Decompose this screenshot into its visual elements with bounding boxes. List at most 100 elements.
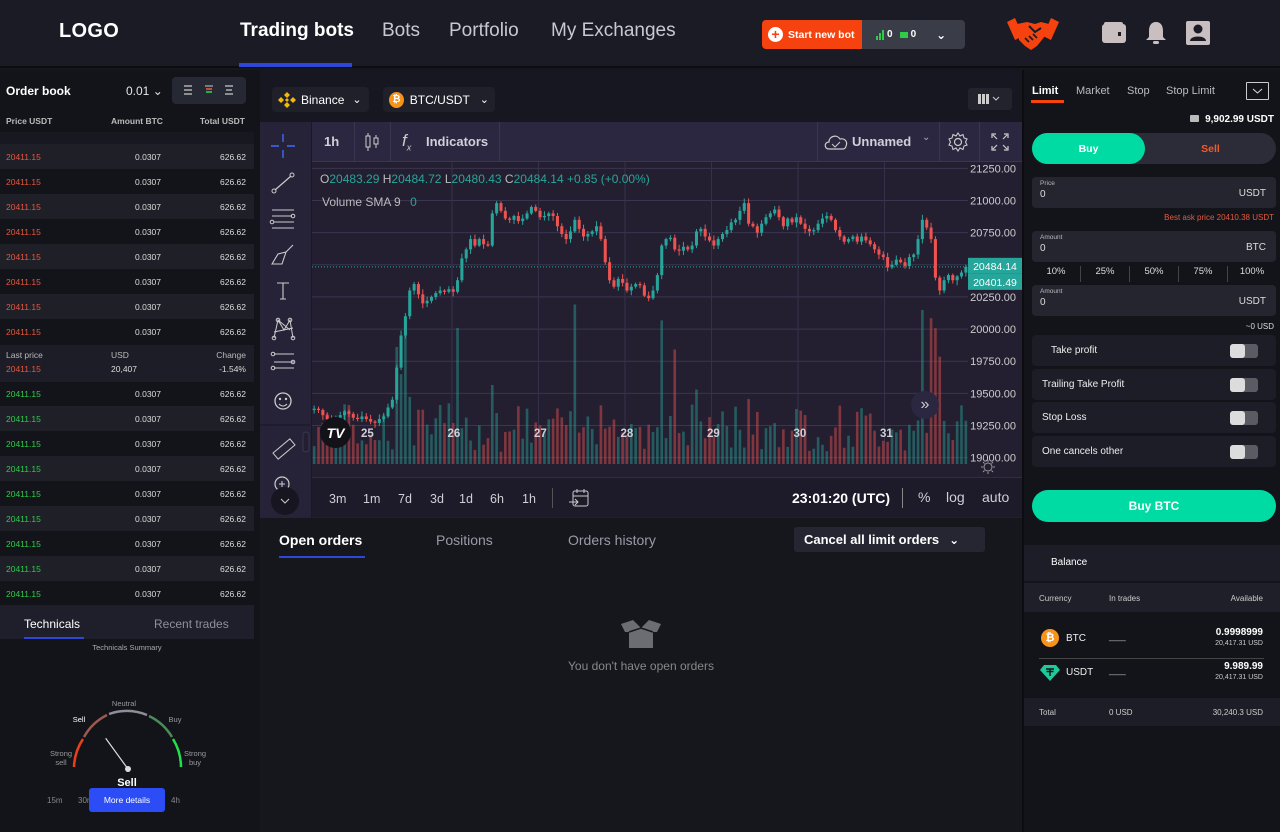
buy-tab[interactable]: Buy — [1032, 133, 1145, 164]
candle[interactable] — [855, 236, 859, 242]
candle[interactable] — [829, 215, 833, 220]
bot-stats-dropdown[interactable]: 0 0 ⌄ — [862, 20, 965, 49]
candle[interactable] — [668, 237, 672, 240]
pair-select[interactable]: ₿ BTC/USDT ⌄ — [383, 87, 495, 112]
candle[interactable] — [599, 226, 603, 240]
utc-clock[interactable]: 23:01:20 (UTC) — [792, 490, 890, 506]
candle[interactable] — [773, 209, 777, 214]
candle[interactable] — [469, 239, 473, 250]
nav-portfolio[interactable]: Portfolio — [449, 20, 519, 42]
ask-row[interactable]: 20411.15 0.0307 626.62 — [0, 169, 254, 194]
sell-tab[interactable]: Sell — [1145, 133, 1276, 164]
candle[interactable] — [503, 210, 507, 219]
tab-orders-history[interactable]: Orders history — [568, 532, 656, 548]
candle[interactable] — [725, 230, 729, 234]
candle[interactable] — [847, 239, 851, 242]
candle[interactable] — [451, 289, 455, 292]
range-1h[interactable]: 1h — [522, 492, 536, 506]
brush-icon[interactable] — [271, 244, 294, 265]
candle[interactable] — [877, 249, 881, 255]
candle[interactable] — [860, 236, 864, 242]
fib-icon[interactable] — [270, 351, 296, 371]
candle[interactable] — [634, 284, 638, 287]
candle[interactable] — [938, 277, 942, 291]
bid-row[interactable]: 20411.15 0.0307 626.62 — [0, 406, 254, 431]
candle[interactable] — [412, 284, 416, 291]
candle[interactable] — [781, 217, 785, 227]
candle[interactable] — [421, 294, 425, 304]
candle[interactable] — [625, 282, 629, 291]
candle[interactable] — [716, 239, 720, 246]
percent-10[interactable]: 10% — [1032, 266, 1080, 282]
amount-btc-field[interactable]: Amount 0 BTC — [1032, 231, 1276, 262]
candle[interactable] — [482, 239, 486, 245]
candle[interactable] — [903, 262, 907, 267]
hide-toolbar-handle[interactable] — [302, 431, 310, 453]
candle[interactable] — [395, 367, 399, 400]
candle[interactable] — [512, 215, 516, 220]
view-asks-icon[interactable] — [224, 85, 234, 95]
indicators-button[interactable]: Indicators — [426, 134, 488, 149]
candle[interactable] — [473, 239, 477, 246]
exchange-select[interactable]: Binance ⌄ — [272, 87, 369, 112]
candle[interactable] — [820, 218, 824, 224]
candle[interactable] — [521, 218, 525, 222]
candle[interactable] — [612, 280, 616, 287]
candle[interactable] — [747, 203, 751, 224]
candle[interactable] — [508, 218, 512, 220]
fullscreen-icon[interactable] — [991, 133, 1009, 151]
auto-scale-icon[interactable] — [980, 459, 996, 475]
candle[interactable] — [603, 239, 607, 263]
percent-75[interactable]: 75% — [1178, 266, 1227, 282]
candle[interactable] — [525, 213, 529, 219]
bid-row[interactable]: 20411.15 0.0307 626.62 — [0, 556, 254, 581]
range-3m[interactable]: 3m — [329, 492, 346, 506]
candle[interactable] — [833, 219, 838, 231]
ask-row[interactable]: 20411.15 0.0307 626.62 — [0, 269, 254, 294]
candle[interactable] — [803, 223, 807, 229]
candle[interactable] — [660, 245, 664, 276]
candle[interactable] — [343, 411, 347, 416]
candle[interactable] — [655, 275, 659, 291]
interval-select[interactable]: 1h — [324, 134, 339, 149]
bid-row[interactable]: 20411.15 0.0307 626.62 — [0, 381, 254, 406]
candle[interactable] — [920, 219, 924, 240]
candle[interactable] — [486, 244, 490, 246]
candle[interactable] — [712, 240, 716, 246]
go-to-date-icon[interactable] — [568, 488, 590, 510]
candle[interactable] — [434, 293, 438, 297]
candle[interactable] — [460, 258, 464, 281]
range-7d[interactable]: 7d — [398, 492, 412, 506]
candle[interactable] — [673, 237, 677, 250]
candle[interactable] — [595, 226, 599, 232]
candle[interactable] — [638, 284, 642, 286]
tab-open-orders[interactable]: Open orders — [279, 532, 362, 548]
scroll-to-realtime-button[interactable]: » — [911, 391, 939, 419]
candle[interactable] — [760, 223, 764, 233]
candle[interactable] — [790, 218, 794, 223]
timeframe-4h[interactable]: 4h — [171, 796, 180, 805]
candle[interactable] — [842, 236, 846, 242]
tab-stop[interactable]: Stop — [1127, 85, 1150, 97]
candle[interactable] — [799, 217, 803, 224]
candle[interactable] — [495, 203, 499, 214]
candle[interactable] — [403, 316, 407, 336]
candle[interactable] — [699, 228, 703, 232]
candle[interactable] — [608, 262, 612, 281]
candle[interactable] — [542, 215, 546, 218]
candle[interactable] — [933, 239, 937, 278]
candle[interactable] — [564, 233, 568, 240]
range-6h[interactable]: 6h — [490, 492, 504, 506]
amount-usdt-field[interactable]: Amount 0 USDT — [1032, 285, 1276, 316]
amount-usdt-value[interactable]: 0 — [1040, 297, 1046, 308]
ruler-icon[interactable] — [272, 438, 296, 460]
candle[interactable] — [577, 219, 581, 229]
chevron-down-icon[interactable]: ⌄ — [922, 132, 930, 143]
candle[interactable] — [886, 257, 890, 268]
tab-recent-trades[interactable]: Recent trades — [154, 617, 229, 631]
settings-gear-icon[interactable] — [947, 131, 969, 153]
candle[interactable] — [573, 219, 577, 232]
candle[interactable] — [916, 239, 920, 255]
handshake-icon[interactable] — [1005, 14, 1061, 54]
percent-100[interactable]: 100% — [1227, 266, 1276, 282]
